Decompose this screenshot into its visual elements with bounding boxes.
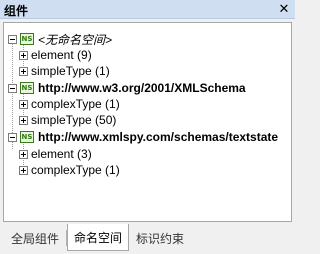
tree-item-label: simpleType (1): [31, 64, 110, 78]
namespace-tree[interactable]: NS <无命名空间> element (9) simpleType (1) NS…: [3, 22, 292, 222]
tree-item-label: complexType (1): [31, 163, 120, 177]
namespace-node[interactable]: NS <无命名空间>: [8, 31, 112, 47]
expand-toggle-icon[interactable]: [19, 99, 28, 109]
collapse-toggle-icon[interactable]: [8, 34, 17, 44]
expand-toggle-icon[interactable]: [19, 165, 28, 175]
tree-item[interactable]: element (9): [19, 47, 92, 63]
tree-item[interactable]: complexType (1): [19, 96, 120, 112]
tree-item-label: element (9): [31, 48, 92, 62]
collapse-toggle-icon[interactable]: [8, 83, 17, 93]
panel-title: 组件: [4, 4, 29, 18]
namespace-node[interactable]: NS http://www.w3.org/2001/XMLSchema: [8, 80, 246, 96]
namespace-icon: NS: [20, 131, 34, 143]
namespace-icon: NS: [20, 33, 34, 45]
tree-item-label: simpleType (50): [31, 113, 117, 127]
tree-item-label: complexType (1): [31, 97, 120, 111]
close-icon[interactable]: ✕: [277, 1, 291, 16]
expand-toggle-icon[interactable]: [19, 66, 28, 76]
tab-namespaces[interactable]: 命名空间: [67, 224, 129, 251]
tree-item[interactable]: simpleType (50): [19, 112, 116, 128]
namespace-label: <无命名空间>: [38, 32, 113, 47]
tree-item[interactable]: simpleType (1): [19, 63, 110, 79]
namespace-node[interactable]: NS http://www.xmlspy.com/schemas/textsta…: [8, 129, 278, 145]
tree-item-label: element (3): [31, 147, 92, 161]
panel-title-bar: 组件 ✕: [0, 0, 295, 19]
namespace-icon: NS: [20, 82, 34, 94]
expand-toggle-icon[interactable]: [19, 115, 28, 125]
expand-toggle-icon[interactable]: [19, 50, 28, 60]
components-panel: 组件 ✕ NS <无命名空间> element (9) simpleType (…: [0, 0, 295, 254]
namespace-label: http://www.xmlspy.com/schemas/textstate: [38, 130, 279, 144]
collapse-toggle-icon[interactable]: [8, 132, 17, 142]
tree-item[interactable]: complexType (1): [19, 162, 120, 178]
namespace-label: http://www.w3.org/2001/XMLSchema: [38, 81, 246, 95]
panel-tabs: 全局组件 命名空间 标识约束: [0, 224, 295, 254]
expand-toggle-icon[interactable]: [19, 149, 28, 159]
tab-identity-constraints[interactable]: 标识约束: [131, 226, 189, 250]
tab-global-components[interactable]: 全局组件: [6, 226, 64, 250]
tree-item[interactable]: element (3): [19, 146, 92, 162]
